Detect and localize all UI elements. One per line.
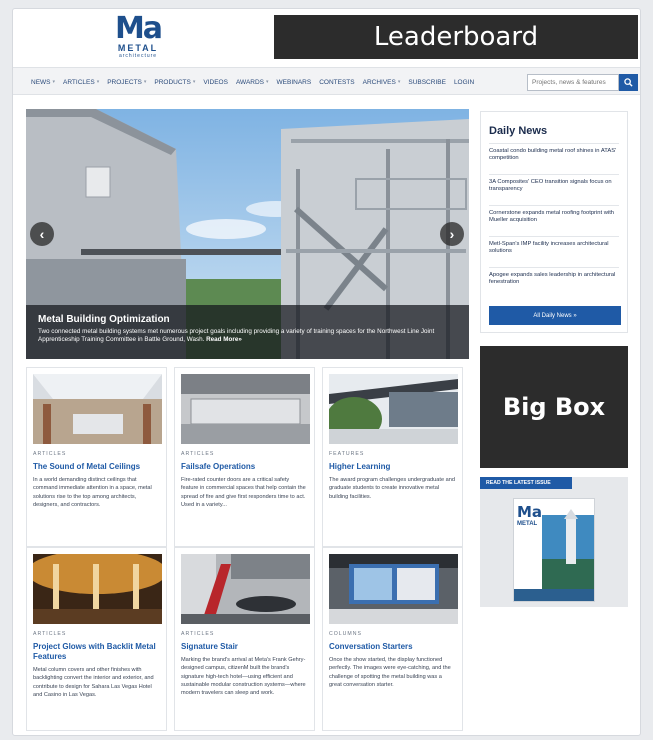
nav-item-articles[interactable]: ARTICLES ▾ [63, 79, 99, 86]
card-title[interactable]: The Sound of Metal Ceilings [33, 462, 160, 472]
nav-item-contests[interactable]: CONTESTS [319, 79, 354, 86]
card-title[interactable]: Signature Stair [181, 642, 308, 652]
nav-item-label: LOGIN [453, 78, 475, 86]
nav-item-label: VIDEOS [203, 78, 228, 86]
card-text: In a world demanding distinct ceilings t… [33, 477, 152, 508]
search-button[interactable] [619, 74, 638, 91]
card-image [329, 554, 458, 624]
card-image [329, 374, 458, 444]
article-card[interactable]: ARTICLES Failsafe Operations Fire-rated … [174, 367, 315, 547]
daily-news-item[interactable]: Cornerstone expands metal roofing footpr… [489, 205, 619, 236]
nav-item-awards[interactable]: AWARDS ▾ [236, 79, 269, 86]
card-text: Fire-rated counter doors are a critical … [181, 477, 306, 508]
card-tag: ARTICLES [33, 451, 67, 457]
cover-logo-word: METAL [517, 521, 538, 527]
site-header: Ma METAL architecture Leaderboard [13, 9, 640, 67]
chevron-right-icon: › [449, 226, 455, 242]
daily-news-item[interactable]: Metl-Span's IMP facility increases archi… [489, 236, 619, 267]
big-box-ad[interactable]: Big Box [480, 346, 628, 468]
hero-title[interactable]: Metal Building Optimization [38, 314, 457, 326]
chevron-down-icon: ▾ [52, 79, 56, 85]
card-text: Metal column covers and other finishes w… [33, 667, 154, 698]
card-text: Once the show started, the display funct… [329, 657, 451, 688]
leaderboard-ad[interactable]: Leaderboard [274, 15, 638, 59]
hero-text: Two connected metal building systems met… [38, 328, 457, 344]
nav-items: NEWS ▾ ARTICLES ▾ PROJECTS ▾ PRODUCTS ▾ VIDEOS AW… [31, 68, 474, 96]
card-image [33, 554, 162, 624]
nav-item-label: PRODUCTS [154, 78, 191, 86]
nav-item-label: NEWS [31, 78, 51, 86]
page-frame: Ma METAL architecture Leaderboard NEWS ▾ A… [12, 8, 641, 736]
nav-item-products[interactable]: PRODUCTS ▾ [154, 79, 195, 86]
nav-item-label: AWARDS [235, 78, 265, 86]
nav-item-label: SUBSCRIBE [408, 78, 446, 86]
daily-news-item[interactable]: Coastal condo building metal roof shines… [489, 143, 619, 174]
card-image [181, 374, 310, 444]
chevron-down-icon: ▾ [143, 79, 147, 85]
card-tag: ARTICLES [181, 631, 215, 637]
nav-item-projects[interactable]: PROJECTS ▾ [107, 79, 146, 86]
nav-item-archives[interactable]: ARCHIVES ▾ [363, 79, 401, 86]
hero-next-button[interactable]: › [440, 222, 464, 246]
latest-issue-tag: READ THE LATEST ISSUE [480, 477, 572, 489]
hero-caption: Metal Building Optimization Two connecte… [26, 305, 469, 359]
card-tag: FEATURES [329, 451, 365, 457]
hero-slider[interactable]: ‹ › Metal Building Optimization Two conn… [26, 109, 469, 359]
daily-news-panel: Daily News Coastal condo building metal … [480, 111, 628, 333]
daily-news-title: Daily News [489, 125, 548, 137]
article-card[interactable]: ARTICLES Signature Stair Marking the bra… [174, 547, 315, 731]
article-card[interactable]: ARTICLES The Sound of Metal Ceilings In … [26, 367, 167, 547]
card-tag: ARTICLES [33, 631, 67, 637]
magazine-cover-image: Ma METAL [514, 499, 594, 601]
card-title[interactable]: Conversation Starters [329, 642, 456, 652]
nav-item-login[interactable]: LOGIN [454, 79, 474, 86]
logo-mark: Ma [114, 11, 163, 46]
magazine-cover[interactable]: Ma METAL [513, 498, 595, 602]
cover-logo-mark: Ma [517, 503, 542, 521]
search-input[interactable] [527, 74, 619, 91]
daily-news-item[interactable]: 3A Composites' CEO transition signals fo… [489, 174, 619, 205]
hero-prev-button[interactable]: ‹ [30, 222, 54, 246]
nav-item-label: ARTICLES [63, 78, 95, 86]
nav-item-label: ARCHIVES [362, 78, 396, 86]
search-icon [624, 78, 633, 87]
chevron-down-icon: ▾ [192, 79, 196, 85]
card-title[interactable]: Failsafe Operations [181, 462, 308, 472]
card-text: The award program challenges undergradua… [329, 477, 455, 500]
nav-item-news[interactable]: NEWS ▾ [31, 79, 55, 86]
nav-item-label: CONTESTS [319, 78, 355, 86]
card-text: Marking the brand's arrival at Meta's Fr… [181, 657, 306, 697]
nav-item-subscribe[interactable]: SUBSCRIBE [408, 79, 446, 86]
article-card[interactable]: COLUMNS Conversation Starters Once the s… [322, 547, 463, 731]
card-title[interactable]: Higher Learning [329, 462, 456, 472]
card-title[interactable]: Project Glows with Backlit Metal Feature… [33, 642, 160, 662]
nav-item-label: PROJECTS [107, 78, 142, 86]
chevron-down-icon: ▾ [96, 79, 100, 85]
all-daily-news-button[interactable]: All Daily News » [489, 306, 621, 325]
main-nav: NEWS ▾ ARTICLES ▾ PROJECTS ▾ PRODUCTS ▾ VIDEOS AW… [13, 67, 640, 96]
logo-sub: architecture [118, 53, 158, 59]
article-card[interactable]: ARTICLES Project Glows with Backlit Meta… [26, 547, 167, 731]
chevron-left-icon: ‹ [39, 226, 45, 242]
card-image [33, 374, 162, 444]
card-tag: ARTICLES [181, 451, 215, 457]
nav-item-label: WEBINARS [276, 78, 312, 86]
latest-issue-panel: READ THE LATEST ISSUE Ma METAL [480, 477, 628, 607]
nav-item-webinars[interactable]: WEBINARS [277, 79, 312, 86]
nav-item-videos[interactable]: VIDEOS [203, 79, 228, 86]
article-card[interactable]: FEATURES Higher Learning The award progr… [322, 367, 463, 547]
daily-news-item[interactable]: Apogee expands sales leadership in archi… [489, 267, 619, 298]
site-logo[interactable]: Ma METAL architecture [108, 14, 168, 62]
read-more-link[interactable]: Read More» [206, 336, 242, 343]
chevron-down-icon: ▾ [397, 79, 401, 85]
card-tag: COLUMNS [329, 631, 362, 637]
chevron-down-icon: ▾ [266, 79, 269, 85]
card-image [181, 554, 310, 624]
